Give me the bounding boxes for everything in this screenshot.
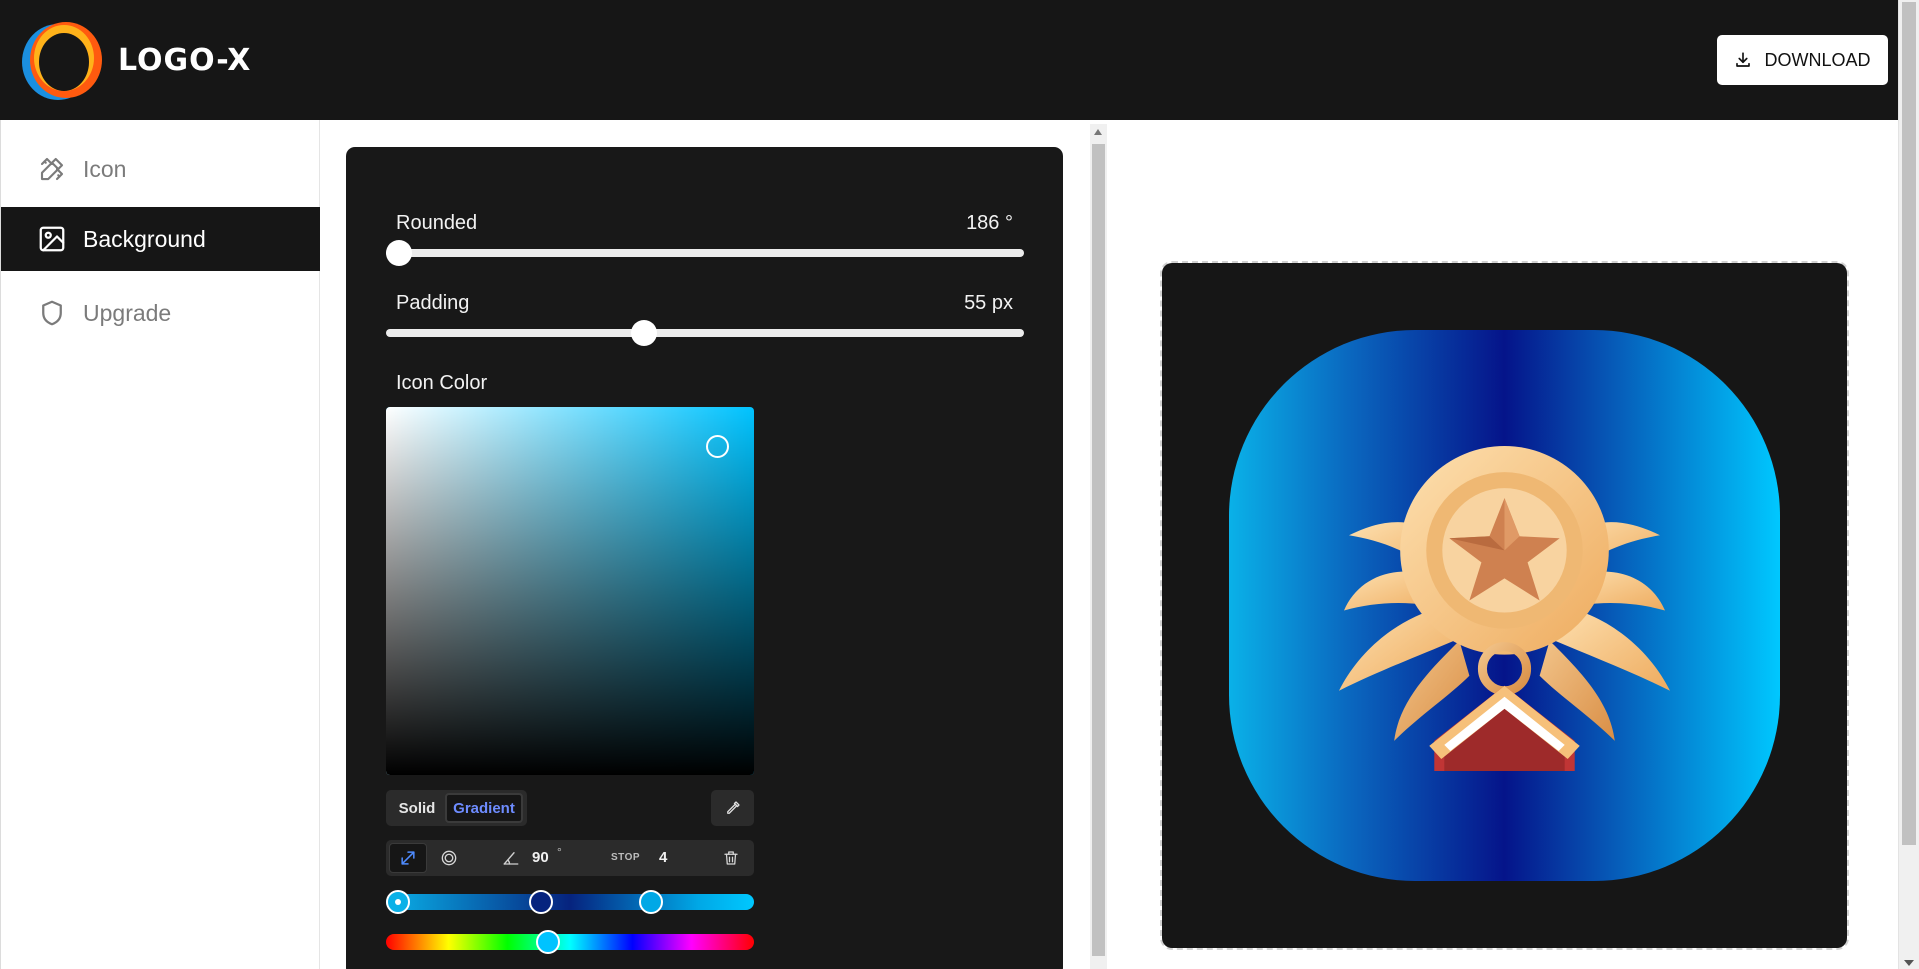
rounded-slider-thumb[interactable] (386, 240, 412, 266)
sidebar-item-icon[interactable]: Icon (1, 137, 320, 201)
delete-stop-button[interactable] (719, 846, 743, 870)
gradient-mode-button[interactable]: Gradient (445, 793, 523, 823)
sidebar-item-upgrade[interactable]: Upgrade (1, 281, 320, 345)
image-icon (39, 226, 65, 252)
settings-scrollbar-thumb[interactable] (1092, 144, 1105, 956)
top-bar: LOGO-X DOWNLOAD (0, 0, 1898, 120)
rounded-slider-track[interactable] (386, 240, 1024, 266)
gradient-stop-handle[interactable] (529, 890, 553, 914)
rounded-background-shape (1229, 330, 1780, 881)
linear-arrow-icon (401, 851, 415, 865)
download-icon (1736, 52, 1751, 67)
scroll-up-arrow-icon[interactable] (1094, 129, 1102, 135)
preview-canvas (1162, 263, 1847, 948)
stop-value[interactable]: 4 (659, 849, 667, 866)
rounded-label: Rounded (396, 212, 478, 234)
page-scrollbar-thumb[interactable] (1902, 2, 1916, 845)
sidebar-item-background[interactable]: Background (1, 207, 320, 271)
gradient-toolbar: 90 ° STOP 4 (386, 840, 754, 876)
angle-icon (503, 852, 519, 865)
padding-value: 55 px (964, 292, 1013, 314)
stop-label: STOP (611, 852, 641, 863)
gradient-stops-bar[interactable] (386, 890, 754, 914)
rounded-value: 186 ° (966, 212, 1013, 234)
angle-value[interactable]: 90 (532, 849, 549, 866)
eyedropper-button[interactable] (711, 790, 754, 826)
icon-color-label: Icon Color (396, 372, 488, 394)
medal-icon (1339, 446, 1670, 771)
radial-gradient-button[interactable] (430, 843, 468, 873)
background-settings-panel: Rounded 186 ° Padding 55 px Icon Color S… (346, 147, 1063, 969)
hue-slider[interactable] (386, 930, 754, 954)
page-scrollbar[interactable] (1898, 0, 1919, 969)
shield-icon (42, 300, 62, 326)
logo-ring-icon (22, 22, 102, 100)
settings-area: Rounded 186 ° Padding 55 px Icon Color S… (320, 120, 1100, 969)
saturation-cursor[interactable] (706, 435, 729, 458)
sidebar-item-label: Upgrade (83, 299, 172, 326)
download-label: DOWNLOAD (1764, 49, 1871, 70)
linear-gradient-button[interactable] (389, 843, 427, 873)
sidebar: Icon Background Upgrade (0, 120, 320, 969)
radial-circle-icon (441, 850, 457, 866)
gradient-stop-handle[interactable] (639, 890, 663, 914)
trash-icon (724, 851, 738, 865)
brand-logo[interactable]: LOGO-X (14, 12, 251, 108)
app-root: LOGO-X DOWNLOAD Icon Background Upgrade … (0, 0, 1919, 969)
saturation-value-picker[interactable] (386, 407, 754, 775)
pencil-ruler-icon (40, 157, 64, 181)
gradient-stop-handle[interactable] (386, 890, 410, 914)
download-button[interactable]: DOWNLOAD (1717, 35, 1888, 85)
sidebar-item-label: Icon (83, 155, 127, 182)
scroll-down-arrow-icon[interactable] (1904, 960, 1914, 966)
logo-text: LOGO-X (118, 42, 252, 78)
settings-scrollbar[interactable] (1090, 124, 1107, 969)
color-mode-toggle: Solid Gradient (386, 790, 527, 826)
eyedropper-icon (726, 801, 740, 814)
padding-label: Padding (396, 292, 470, 314)
solid-mode-button[interactable]: Solid (389, 793, 445, 823)
angle-unit: ° (557, 845, 562, 859)
padding-slider-track[interactable] (386, 320, 1024, 346)
hue-slider-thumb[interactable] (536, 930, 560, 954)
sidebar-item-label: Background (83, 225, 206, 252)
padding-slider-thumb[interactable] (631, 320, 657, 346)
